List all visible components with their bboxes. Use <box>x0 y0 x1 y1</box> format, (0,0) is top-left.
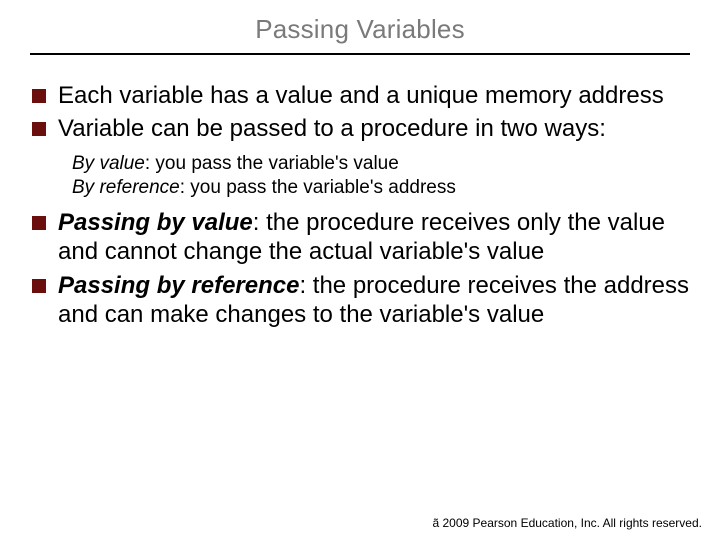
bullet-text: Passing by value: the procedure receives… <box>58 208 690 267</box>
bullet-text: Variable can be passed to a procedure in… <box>58 114 690 143</box>
square-bullet-icon <box>32 279 46 293</box>
bullet-text: Each variable has a value and a unique m… <box>58 81 690 110</box>
title-divider <box>30 53 690 55</box>
sub-bullet-rest: : you pass the variable's address <box>180 177 456 198</box>
bullet-term: Passing by value <box>58 209 253 236</box>
footer: ã 2009 Pearson Education, Inc. All right… <box>432 516 702 530</box>
square-bullet-icon <box>32 216 46 230</box>
sub-bullet-item: By value: you pass the variable's value <box>72 152 690 176</box>
square-bullet-icon <box>32 89 46 103</box>
bullet-term: Passing by reference <box>58 272 299 299</box>
sub-bullet-rest: : you pass the variable's value <box>145 153 399 174</box>
slide-title: Passing Variables <box>30 14 690 53</box>
footer-text: 2009 Pearson Education, Inc. All rights … <box>439 516 702 530</box>
bullet-text: Passing by reference: the procedure rece… <box>58 271 690 330</box>
bullet-item: Passing by reference: the procedure rece… <box>32 271 690 330</box>
sub-bullet-term: By value <box>72 153 145 174</box>
sub-bullet-term: By reference <box>72 177 180 198</box>
bullet-item: Variable can be passed to a procedure in… <box>32 114 690 143</box>
bullet-item: Each variable has a value and a unique m… <box>32 81 690 110</box>
slide-body: Each variable has a value and a unique m… <box>32 81 690 329</box>
sub-bullet-group: By value: you pass the variable's value … <box>72 152 690 201</box>
bullet-item: Passing by value: the procedure receives… <box>32 208 690 267</box>
slide: Passing Variables Each variable has a va… <box>0 0 720 540</box>
sub-bullet-item: By reference: you pass the variable's ad… <box>72 176 690 200</box>
square-bullet-icon <box>32 122 46 136</box>
